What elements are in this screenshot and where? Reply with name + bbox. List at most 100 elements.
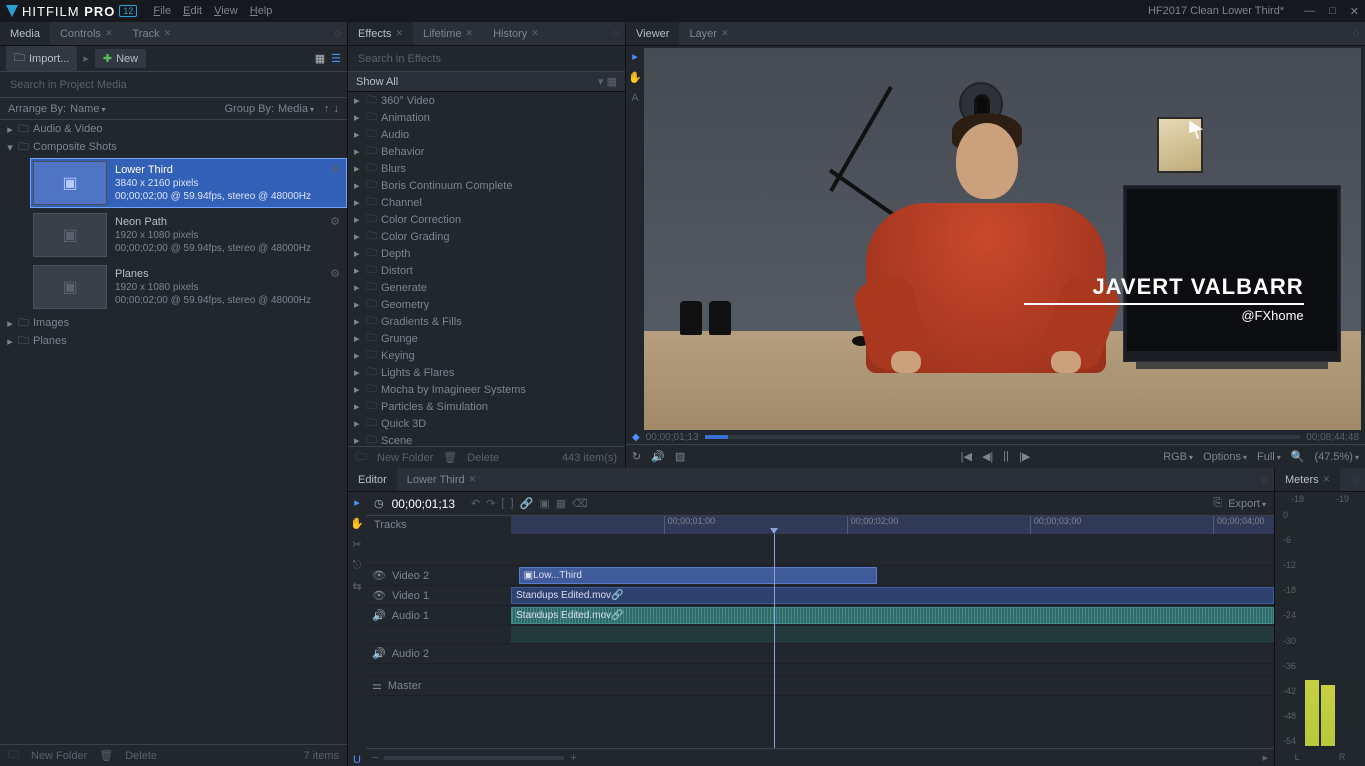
folder-planes[interactable]: 🗀Planes	[0, 332, 347, 350]
playhead[interactable]	[774, 534, 775, 748]
insert-icon[interactable]: ▣	[539, 497, 549, 510]
diamond-icon[interactable]: ◆	[632, 432, 640, 443]
volume-icon[interactable]: 🔊	[651, 450, 665, 463]
ram-preview-icon[interactable]: ▧	[675, 450, 685, 463]
tab-effects[interactable]: Effects✕	[348, 22, 413, 45]
effect-folder[interactable]: ▸🗀Scene	[348, 432, 625, 446]
sort-desc-icon[interactable]: ↓	[334, 103, 340, 115]
arrange-by-value[interactable]: Name	[70, 103, 105, 115]
menu-edit[interactable]: Edit	[183, 5, 202, 17]
undo-icon[interactable]: ↶	[471, 497, 480, 510]
effect-folder[interactable]: ▸🗀Audio	[348, 126, 625, 143]
help-icon[interactable]: ◌	[334, 28, 341, 40]
mark-in-icon[interactable]: [	[501, 497, 504, 510]
media-search-input[interactable]	[8, 78, 339, 92]
window-maximize-icon[interactable]: □	[1329, 5, 1336, 18]
zoom-icon[interactable]: 🔍	[1291, 450, 1305, 463]
gear-icon[interactable]: ⚙	[330, 267, 340, 280]
overwrite-icon[interactable]: ▦	[556, 497, 566, 510]
effect-folder[interactable]: ▸🗀Generate	[348, 279, 625, 296]
import-dropdown-icon[interactable]: ▸	[83, 52, 89, 65]
tab-layer[interactable]: Layer✕	[679, 22, 738, 45]
zoom-out-icon[interactable]: −	[372, 752, 378, 764]
menu-help[interactable]: Help	[250, 5, 273, 17]
close-icon[interactable]: ✕	[466, 28, 474, 39]
effect-folder[interactable]: ▸🗀Gradients & Fills	[348, 313, 625, 330]
snap-tool-icon[interactable]: ⎋	[353, 559, 362, 572]
speaker-icon[interactable]: 🔊	[372, 647, 386, 660]
options-menu[interactable]: Options	[1203, 451, 1247, 463]
tab-lower-third-comp[interactable]: Lower Third✕	[397, 468, 486, 491]
tab-lifetime[interactable]: Lifetime✕	[413, 22, 483, 45]
scroll-right-icon[interactable]: ▸	[1262, 751, 1268, 764]
help-icon[interactable]: ◌	[1352, 28, 1359, 40]
track-video-1[interactable]: 👁Video 1	[366, 589, 511, 602]
timeline-ruler[interactable]: 00;00;01;00 00;00;02;00 00;00;03;00 00;0…	[511, 516, 1274, 534]
menu-file[interactable]: File	[153, 5, 171, 17]
effects-search-input[interactable]	[356, 52, 617, 66]
gear-icon[interactable]: ⚙	[330, 163, 340, 176]
view-list-icon[interactable]: ☰	[331, 52, 341, 65]
close-icon[interactable]: ✕	[1323, 474, 1331, 485]
effect-folder[interactable]: ▸🗀Particles & Simulation	[348, 398, 625, 415]
magnet-icon[interactable]: U	[353, 754, 361, 766]
clip-lower-third[interactable]: ▣ Low...Third	[519, 567, 878, 584]
tab-viewer[interactable]: Viewer	[626, 22, 679, 45]
group-by-value[interactable]: Media	[278, 103, 314, 115]
close-icon[interactable]: ✕	[105, 28, 113, 39]
folder-composite-shots[interactable]: 🗀Composite Shots	[0, 138, 347, 156]
effect-folder[interactable]: ▸🗀Distort	[348, 262, 625, 279]
effect-folder[interactable]: ▸🗀Behavior	[348, 143, 625, 160]
window-minimize-icon[interactable]: —	[1304, 5, 1315, 18]
tab-meters[interactable]: Meters✕	[1275, 468, 1340, 491]
zoom-value[interactable]: (47.5%)	[1314, 451, 1359, 463]
tab-media[interactable]: Media	[0, 22, 50, 45]
effect-folder[interactable]: ▸🗀Blurs	[348, 160, 625, 177]
play-pause-icon[interactable]: ||	[1003, 450, 1009, 463]
resolution-select[interactable]: Full	[1257, 451, 1281, 463]
track-audio-1[interactable]: 🔊Audio 1	[366, 609, 511, 622]
zoom-in-icon[interactable]: +	[570, 752, 576, 764]
close-icon[interactable]: ✕	[164, 28, 172, 39]
viewport[interactable]: JAVERT VALBARR @FXhome	[644, 48, 1361, 430]
new-button[interactable]: ✚New	[95, 49, 146, 68]
track-video-2[interactable]: 👁Video 2	[366, 569, 511, 582]
select-tool-icon[interactable]: ▸	[632, 50, 638, 63]
redo-icon[interactable]: ↷	[486, 497, 495, 510]
sort-asc-icon[interactable]: ↑	[324, 103, 330, 115]
loop-icon[interactable]: ↻	[632, 450, 641, 463]
effect-folder[interactable]: ▸🗀Geometry	[348, 296, 625, 313]
comp-item-planes[interactable]: ▣ Planes 1920 x 1080 pixels 00;00;02;00 …	[30, 262, 347, 312]
sliders-icon[interactable]: ⚌	[372, 679, 382, 692]
comp-item-neon-path[interactable]: ▣ Neon Path 1920 x 1080 pixels 00;00;02;…	[30, 210, 347, 260]
new-folder-button[interactable]: New Folder	[377, 452, 433, 464]
tab-history[interactable]: History✕	[483, 22, 549, 45]
view-thumbnails-icon[interactable]: ▦	[315, 52, 325, 65]
effect-folder[interactable]: ▸🗀Animation	[348, 109, 625, 126]
step-forward-icon[interactable]: |▶	[1019, 450, 1030, 463]
help-icon[interactable]: ◌	[1352, 474, 1359, 486]
slice-tool-icon[interactable]: ✂	[352, 538, 361, 551]
help-icon[interactable]: ◌	[1261, 474, 1268, 486]
ripple-delete-icon[interactable]: ⌫	[572, 497, 588, 510]
comp-item-lower-third[interactable]: ▣ Lower Third 3840 x 2160 pixels 00;00;0…	[30, 158, 347, 208]
rate-stretch-icon[interactable]: ⇆	[352, 580, 361, 593]
timeline-timecode[interactable]: 00;00;01;13	[392, 497, 455, 511]
hand-tool-icon[interactable]: ✋	[628, 71, 642, 84]
tab-controls[interactable]: Controls✕	[50, 22, 123, 45]
effect-folder[interactable]: ▸🗀Color Grading	[348, 228, 625, 245]
close-icon[interactable]: ✕	[395, 28, 403, 39]
effect-folder[interactable]: ▸🗀Grunge	[348, 330, 625, 347]
effect-folder[interactable]: ▸🗀Channel	[348, 194, 625, 211]
tab-track[interactable]: Track✕	[122, 22, 181, 45]
hand-tool-icon[interactable]: ✋	[350, 517, 364, 530]
effect-folder[interactable]: ▸🗀Quick 3D	[348, 415, 625, 432]
effect-folder[interactable]: ▸🗀Color Correction	[348, 211, 625, 228]
clip-standups-audio[interactable]: Standups Edited.mov 🔗	[511, 607, 1274, 624]
import-button[interactable]: 🗀Import...	[6, 46, 77, 71]
eye-icon[interactable]: 👁	[372, 569, 386, 582]
new-folder-button[interactable]: New Folder	[31, 750, 87, 762]
channel-select[interactable]: RGB	[1163, 451, 1193, 463]
gear-icon[interactable]: ⚙	[330, 215, 340, 228]
step-back-icon[interactable]: ◀|	[982, 450, 993, 463]
